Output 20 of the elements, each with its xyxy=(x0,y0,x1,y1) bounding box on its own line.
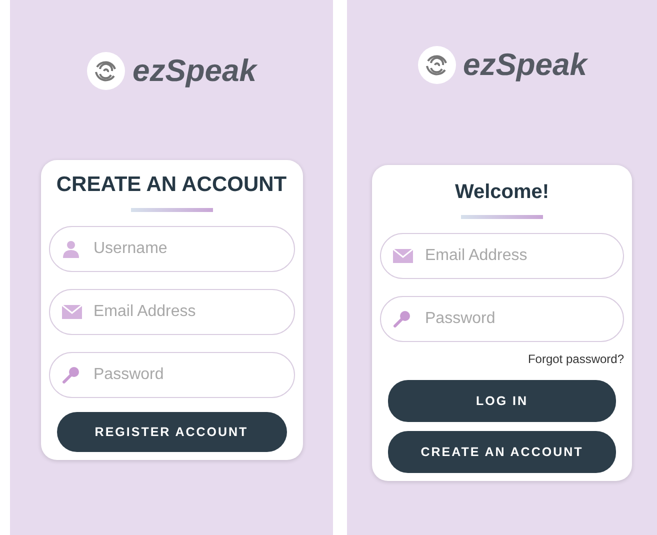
logo-icon xyxy=(416,45,457,85)
form-title: Welcome! xyxy=(454,180,550,205)
input-field[interactable]: Email Address xyxy=(48,289,294,335)
input-field[interactable]: Username xyxy=(48,226,294,272)
forgot-password-link[interactable]: Forgot password? xyxy=(528,352,624,366)
logo-text: ezSpeak xyxy=(462,47,588,83)
input-field[interactable]: Password xyxy=(380,296,624,342)
action-button[interactable]: LOG IN xyxy=(388,380,616,422)
key-icon xyxy=(393,310,411,328)
key-icon xyxy=(62,366,80,384)
mail-icon xyxy=(62,305,82,319)
input-field[interactable]: Email Address xyxy=(380,233,624,279)
action-button[interactable]: REGISTER ACCOUNT xyxy=(56,412,286,452)
mail-icon xyxy=(393,249,413,263)
input-field[interactable]: Password xyxy=(48,352,294,398)
logo-icon xyxy=(86,51,126,91)
logo-text: ezSpeak xyxy=(132,53,257,89)
form-title: CREATE AN ACCOUNT xyxy=(55,172,288,198)
action-button[interactable]: CREATE AN ACCOUNT xyxy=(388,431,616,473)
user-icon xyxy=(62,240,80,258)
